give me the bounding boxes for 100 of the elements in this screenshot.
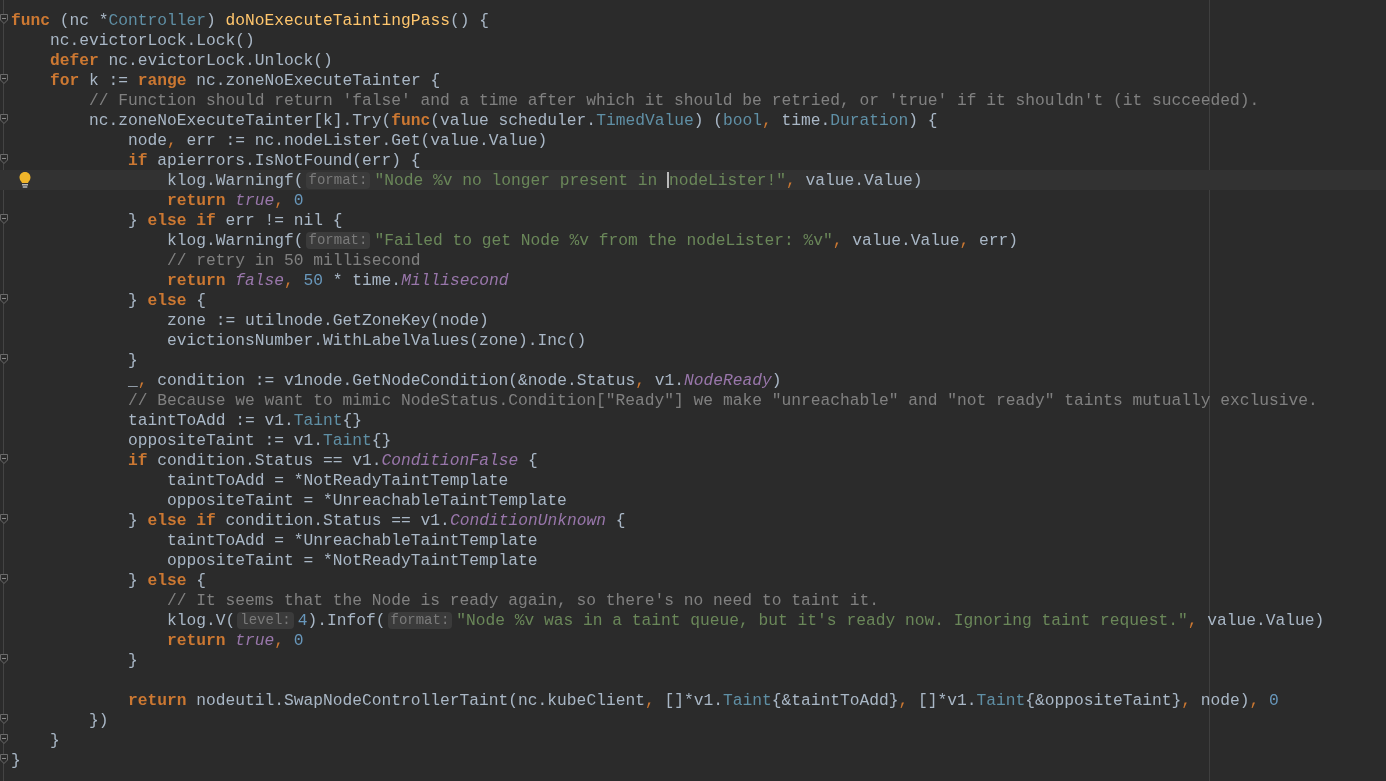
- code-text: {: [615, 510, 626, 530]
- code-text: nc.evictorLock.Lock(): [50, 30, 255, 50]
- keyword: else if: [147, 510, 216, 530]
- code-text: condition := v1node.GetNodeCondition(&node.Status: [157, 370, 636, 390]
- code-comment: // Because we want to mimic NodeStatus.Condition["Ready"] we make "unreachable" and "not ready" taints mutually exclusive.: [128, 390, 1318, 410]
- keyword: return: [167, 630, 227, 650]
- type-name: Controller: [108, 10, 207, 30]
- string-literal: "Node %v no longer present in: [374, 170, 659, 190]
- fold-marker-icon[interactable]: [0, 514, 8, 524]
- constant-name: ConditionUnknown: [449, 510, 606, 530]
- constant-name: true: [235, 630, 275, 650]
- keyword: return: [167, 270, 227, 290]
- code-text: {: [196, 570, 207, 590]
- keyword: else: [147, 290, 187, 310]
- fold-marker-icon[interactable]: [0, 454, 8, 464]
- fold-marker-icon[interactable]: [0, 714, 8, 724]
- code-text: }: [11, 750, 21, 770]
- fold-marker-icon[interactable]: [0, 354, 8, 364]
- punctuation: ,: [644, 690, 656, 710]
- code-text: {: [196, 290, 207, 310]
- keyword: return: [128, 690, 187, 710]
- fold-marker-icon[interactable]: [0, 654, 8, 664]
- code-text: {&oppositeTaint}: [1025, 690, 1182, 710]
- code-text: ): [771, 370, 782, 390]
- constant-name: ConditionFalse: [381, 450, 519, 470]
- keyword: else: [147, 570, 187, 590]
- constant-name: true: [235, 190, 275, 210]
- fold-marker-icon[interactable]: [0, 74, 8, 84]
- keyword: defer: [50, 50, 99, 70]
- fold-marker-icon[interactable]: [0, 574, 8, 584]
- string-literal: "Node %v was in a taint queue, but it's ready now. Ignoring taint request.": [456, 610, 1188, 630]
- parameter-hint: format:: [387, 611, 453, 629]
- parameter-hint: format:: [305, 171, 371, 189]
- keyword: else if: [147, 210, 216, 230]
- punctuation: ,: [1249, 690, 1261, 710]
- code-text: }): [89, 710, 109, 730]
- code-text: taintToAdd = *NotReadyTaintTemplate: [167, 470, 509, 490]
- punctuation: ,: [274, 190, 286, 210]
- keyword: range: [137, 70, 187, 90]
- code-text: }: [128, 290, 139, 310]
- code-text: klog.Warningf(: [167, 230, 304, 250]
- code-text: node: [128, 130, 168, 150]
- code-text: oppositeTaint = *NotReadyTaintTemplate: [167, 550, 538, 570]
- type-name: TimedValue: [596, 110, 694, 130]
- code-text: value.Value): [1207, 610, 1325, 630]
- number-literal: 0: [293, 190, 304, 210]
- code-text: err): [979, 230, 1019, 250]
- code-text: taintToAdd = *UnreachableTaintTemplate: [167, 530, 538, 550]
- punctuation: ,: [761, 110, 773, 130]
- punctuation: ,: [1187, 610, 1199, 630]
- string-literal: nodeLister!": [668, 170, 786, 190]
- code-text: ).Infof(: [307, 610, 386, 630]
- code-text: time.: [781, 110, 831, 130]
- code-text: evictionsNumber.WithLabelValues(zone).Inc(): [167, 330, 587, 350]
- code-text: nc.zoneNoExecuteTainter[k].Try(: [89, 110, 392, 130]
- type-name: Taint: [293, 410, 343, 430]
- keyword: func: [391, 110, 431, 130]
- punctuation: ,: [1181, 690, 1193, 710]
- code-text: []*v1.: [664, 690, 723, 710]
- parameter-hint: format:: [305, 231, 371, 249]
- constant-name: Millisecond: [401, 270, 509, 290]
- punctuation: ,: [137, 370, 149, 390]
- code-text: }: [128, 650, 138, 670]
- code-text: k :=: [89, 70, 130, 90]
- code-text: err != nil {: [225, 210, 343, 230]
- parameter-hint: level:: [237, 611, 294, 629]
- code-text: klog.V(: [167, 610, 236, 630]
- fold-marker-icon[interactable]: [0, 754, 8, 764]
- punctuation: ,: [832, 230, 844, 250]
- keyword: func: [11, 10, 50, 30]
- code-text: }: [128, 570, 139, 590]
- fold-marker-icon[interactable]: [0, 214, 8, 224]
- code-text: {}: [342, 410, 363, 430]
- code-text: {&taintToAdd}: [771, 690, 899, 710]
- code-text: condition.Status == v1.: [225, 510, 450, 530]
- fold-marker-icon[interactable]: [0, 154, 8, 164]
- type-name: Taint: [323, 430, 372, 450]
- punctuation: ,: [959, 230, 971, 250]
- string-literal: "Failed to get Node %v from the nodeLister: %v": [374, 230, 833, 250]
- code-text: () {: [449, 10, 489, 30]
- fold-marker-icon[interactable]: [0, 114, 8, 124]
- code-text: nc.evictorLock.Unlock(): [108, 50, 333, 70]
- code-text: (value scheduler.: [430, 110, 597, 130]
- fold-marker-icon[interactable]: [0, 294, 8, 304]
- fold-marker-icon[interactable]: [0, 14, 8, 24]
- code-text: value.Value): [805, 170, 923, 190]
- type-name: Taint: [722, 690, 772, 710]
- code-text: }: [128, 510, 139, 530]
- code-text: ): [206, 10, 217, 30]
- code-text: node): [1200, 690, 1250, 710]
- code-text: v1.: [654, 370, 684, 390]
- text-cursor: [666, 172, 669, 188]
- type-name: Taint: [976, 690, 1026, 710]
- number-literal: 50: [303, 270, 324, 290]
- code-text: _: [128, 370, 138, 390]
- number-literal: 4: [297, 610, 308, 630]
- code-text: ) {: [908, 110, 938, 130]
- code-text: }: [128, 350, 138, 370]
- code-text: err := nc.nodeLister.Get(value.Value): [186, 130, 548, 150]
- fold-marker-icon[interactable]: [0, 734, 8, 744]
